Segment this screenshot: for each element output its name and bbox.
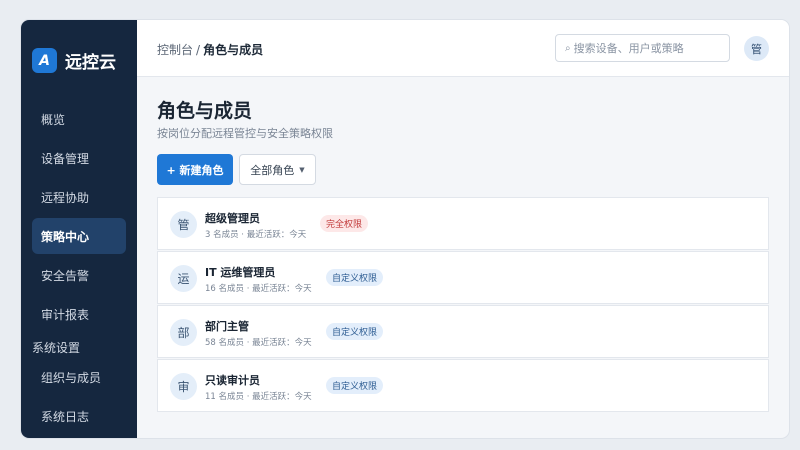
role-meta: 11 名成员 · 最近活跃：今天 (205, 392, 312, 402)
role-row-dept-manager[interactable]: 部 部门主管 58 名成员 · 最近活跃：今天 自定义权限 (157, 305, 769, 358)
role-row-readonly-auditor[interactable]: 审 只读审计员 11 名成员 · 最近活跃：今天 自定义权限 (157, 359, 769, 412)
search-icon: ⌕ (565, 42, 571, 54)
sidebar-item-overview[interactable]: 概览 (32, 101, 126, 137)
breadcrumb-current: 角色与成员 (203, 43, 264, 57)
permission-badge: 自定义权限 (326, 323, 384, 340)
role-avatar-icon: 管 (170, 211, 197, 238)
sidebar-section-system-settings: 系统设置 (32, 341, 81, 355)
sidebar-item-devices[interactable]: 设备管理 (32, 140, 126, 176)
role-name: 部门主管 (205, 320, 249, 333)
role-row-it-ops-admin[interactable]: 运 IT 运维管理员 16 名成员 · 最近活跃：今天 自定义权限 (157, 251, 769, 304)
avatar[interactable]: 管 (744, 36, 769, 61)
page-title: 角色与成员 (157, 100, 253, 122)
sidebar-item-policy-center[interactable]: 策略中心 (32, 218, 126, 254)
sidebar-item-remote-assist[interactable]: 远程协助 (32, 179, 126, 215)
app-window: A 远控云 概览 设备管理 远程协助 策略中心 安全告警 审计报表 系统设置 组… (21, 20, 789, 438)
sidebar-item-system-logs[interactable]: 系统日志 (32, 398, 126, 434)
permission-badge: 完全权限 (320, 215, 369, 232)
page-subtitle: 按岗位分配远程管控与安全策略权限 (157, 127, 333, 140)
role-name: IT 运维管理员 (205, 266, 276, 279)
role-meta: 58 名成员 · 最近活跃：今天 (205, 338, 312, 348)
role-meta: 16 名成员 · 最近活跃：今天 (205, 284, 312, 294)
app-name: 远控云 (65, 53, 116, 73)
breadcrumb-separator: / (196, 43, 201, 57)
sidebar-item-security-alerts[interactable]: 安全告警 (32, 257, 126, 293)
role-avatar-icon: 部 (170, 319, 197, 346)
breadcrumb: 控制台 / 角色与成员 (157, 41, 263, 58)
caret-down-icon: ▼ (299, 165, 305, 174)
sidebar: A 远控云 概览 设备管理 远程协助 策略中心 安全告警 审计报表 系统设置 组… (21, 20, 137, 438)
role-avatar-icon: 运 (170, 265, 197, 292)
brand[interactable]: A 远控云 (32, 48, 116, 73)
new-role-button[interactable]: + 新建角色 (157, 154, 233, 185)
permission-badge: 自定义权限 (326, 269, 384, 286)
role-name: 只读审计员 (205, 374, 260, 387)
top-bar: 控制台 / 角色与成员 ⌕ 搜索设备、用户或策略 管 (137, 20, 789, 77)
role-list: 管 超级管理员 3 名成员 · 最近活跃：今天 完全权限 运 IT 运维管理员 … (157, 197, 769, 413)
role-filter-value: 全部角色 (250, 163, 295, 177)
sidebar-item-audit-reports[interactable]: 审计报表 (32, 296, 126, 332)
role-filter-select[interactable]: 全部角色 ▼ (239, 154, 316, 185)
logo-icon: A (32, 48, 57, 73)
role-name: 超级管理员 (205, 212, 260, 225)
role-meta: 3 名成员 · 最近活跃：今天 (205, 230, 307, 240)
sidebar-item-org-members[interactable]: 组织与成员 (32, 359, 126, 395)
role-row-super-admin[interactable]: 管 超级管理员 3 名成员 · 最近活跃：今天 完全权限 (157, 197, 769, 250)
main-content: 控制台 / 角色与成员 ⌕ 搜索设备、用户或策略 管 角色与成员 按岗位分配远程管控… (137, 20, 789, 438)
role-avatar-icon: 审 (170, 373, 197, 400)
search-placeholder: 搜索设备、用户或策略 (573, 42, 684, 55)
permission-badge: 自定义权限 (326, 377, 384, 394)
breadcrumb-root[interactable]: 控制台 (157, 43, 193, 57)
search-input[interactable]: ⌕ 搜索设备、用户或策略 (555, 34, 730, 62)
